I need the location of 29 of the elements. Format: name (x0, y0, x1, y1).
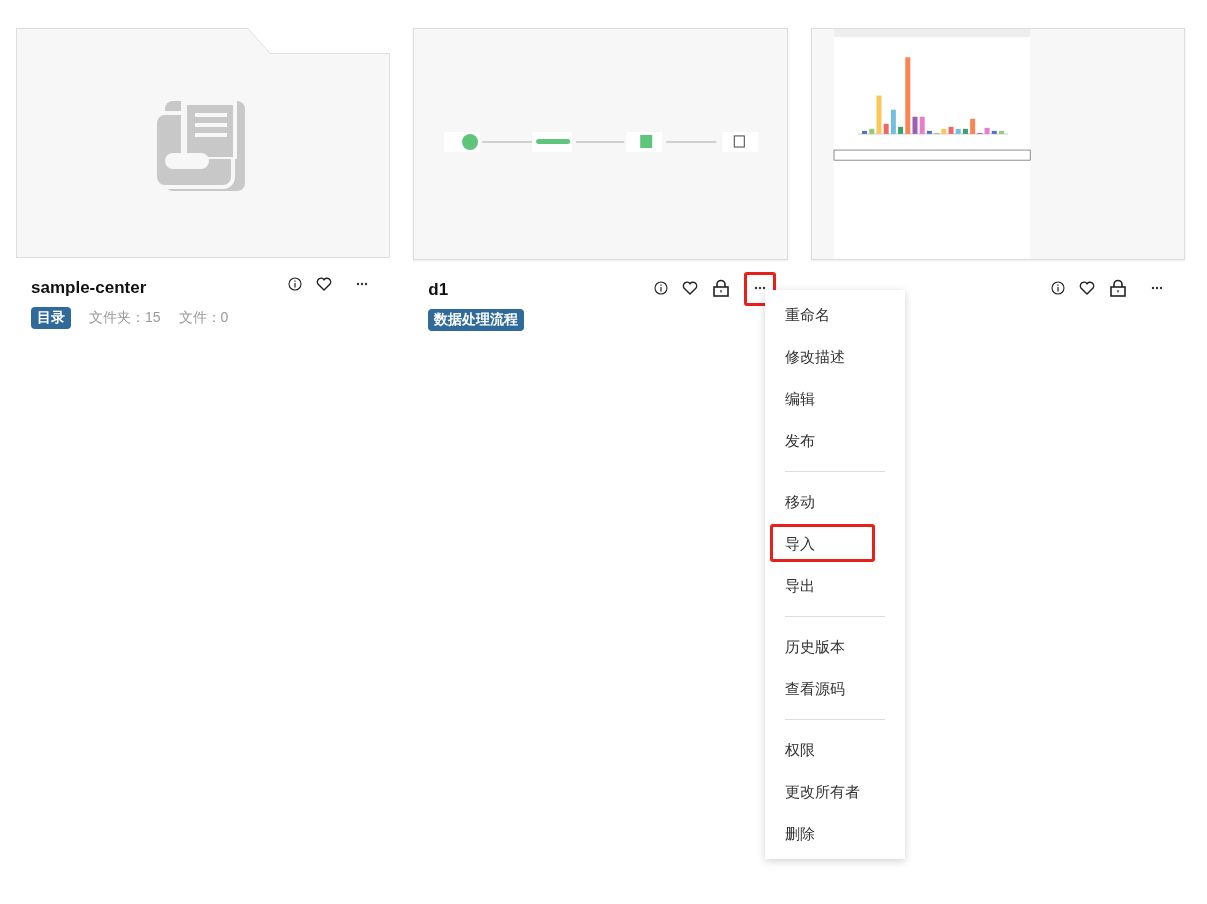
lock-icon[interactable] (1109, 279, 1127, 297)
card-title: sample-center (31, 278, 148, 298)
heart-icon[interactable] (316, 277, 333, 291)
info-icon[interactable] (288, 277, 303, 291)
heart-icon[interactable] (681, 281, 698, 295)
menu-item[interactable]: 发布 (765, 420, 905, 462)
more-icon (753, 286, 766, 290)
menu-item[interactable]: 移动 (765, 481, 905, 523)
card-title: d1 (428, 280, 450, 300)
menu-item[interactable]: 权限 (765, 729, 905, 771)
menu-item[interactable]: 删除 (765, 813, 905, 855)
more-icon (1151, 286, 1163, 290)
menu-item[interactable]: 查看源码 (765, 668, 905, 710)
menu-item[interactable]: 重命名 (765, 294, 905, 336)
menu-item[interactable]: 导出 (765, 565, 905, 607)
count-label: 文件夹：15 (89, 309, 161, 327)
menu-item[interactable]: 编辑 (765, 378, 905, 420)
menu-item[interactable]: 修改描述 (765, 336, 905, 378)
menu-item[interactable]: 历史版本 (765, 626, 905, 668)
info-icon[interactable] (653, 281, 668, 295)
count-label: 文件：0 (178, 309, 229, 327)
menu-item[interactable]: 更改所有者 (765, 771, 905, 813)
type-tag: 数据处理流程 (428, 309, 525, 331)
lock-icon[interactable] (711, 279, 730, 297)
type-tag: 目录 (31, 307, 71, 329)
more-icon (356, 282, 369, 286)
info-icon[interactable] (1051, 281, 1065, 295)
menu-item[interactable]: 导入 (765, 523, 905, 565)
heart-icon[interactable] (1079, 281, 1095, 295)
